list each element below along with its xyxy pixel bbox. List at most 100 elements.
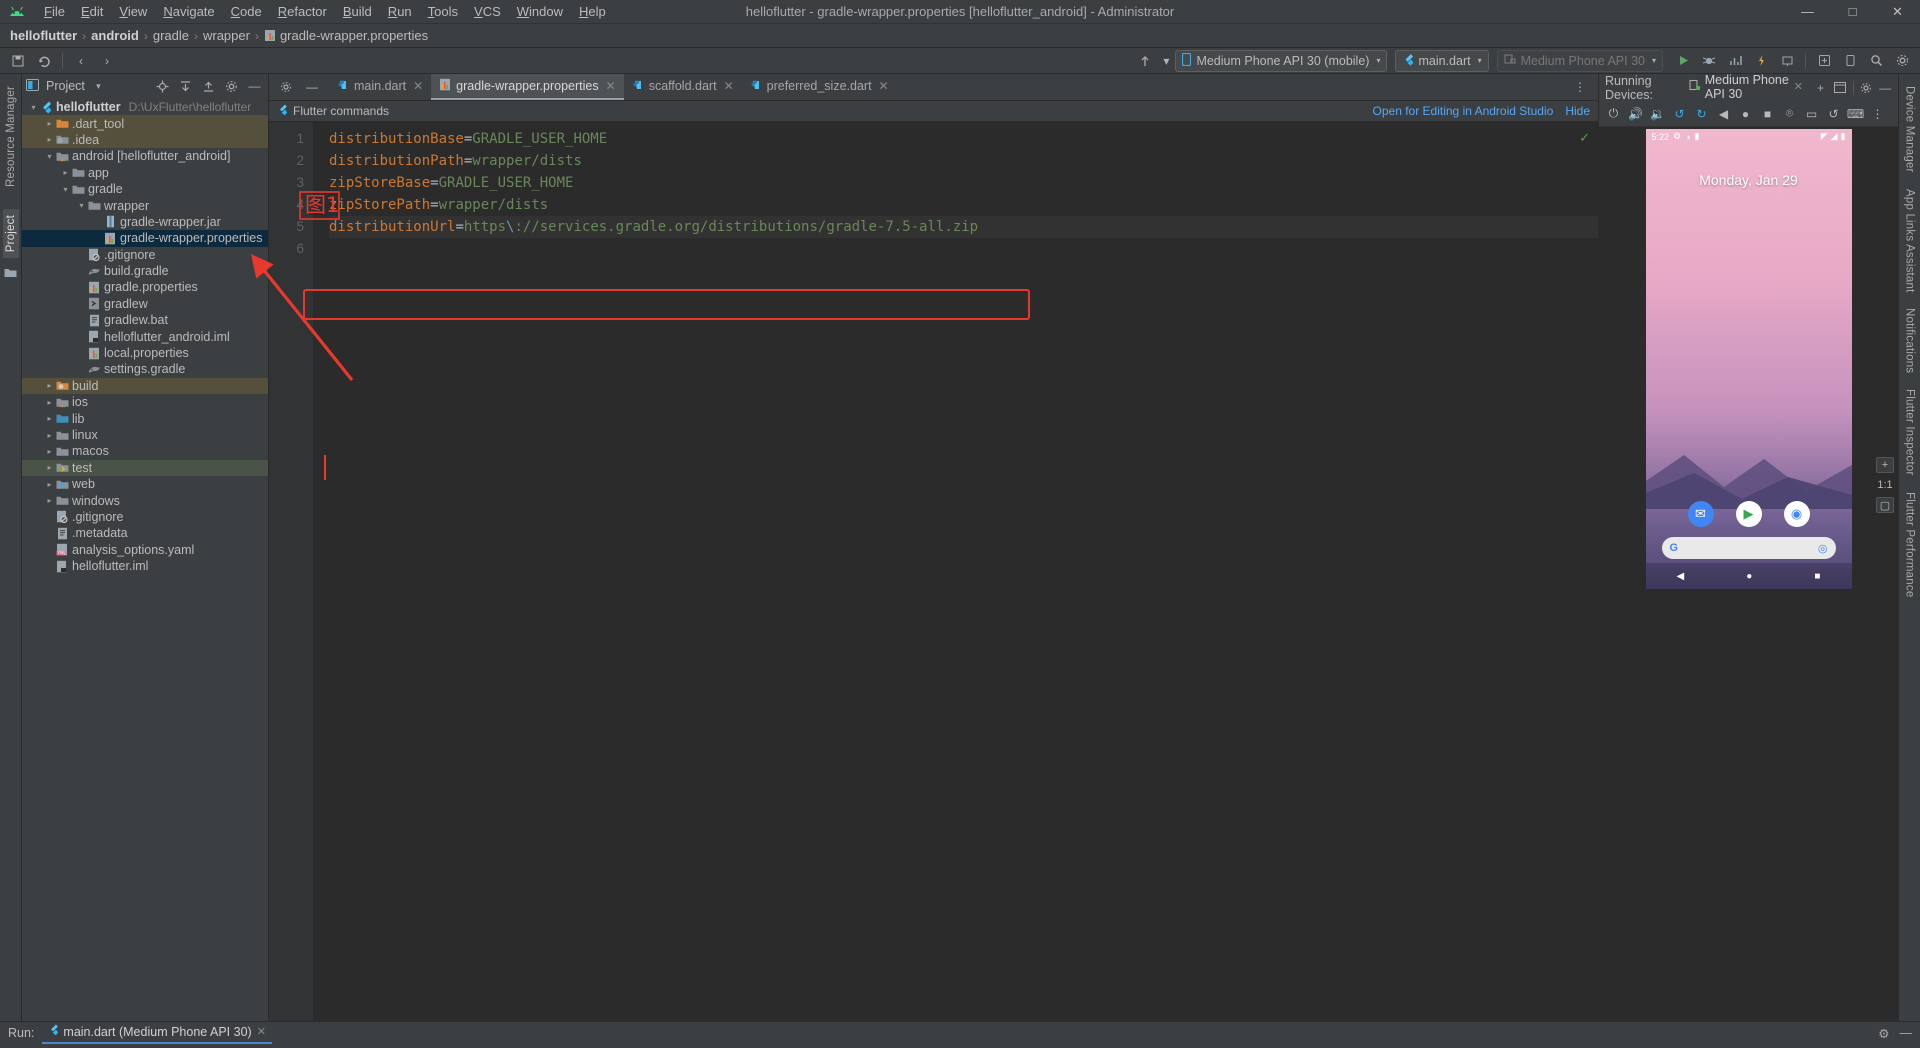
code-editor[interactable]: 123456 distributionBase=GRADLE_USER_HOME…: [269, 122, 1598, 1021]
strip-resource-manager[interactable]: Resource Manager: [3, 80, 19, 193]
collapse-all-icon[interactable]: [199, 77, 218, 96]
save-all-icon[interactable]: [6, 50, 30, 72]
settings-gear-icon[interactable]: [1859, 79, 1872, 97]
close-icon[interactable]: ✕: [257, 1025, 266, 1038]
tree-item[interactable]: gradle.properties: [22, 279, 268, 295]
chevron-down-icon[interactable]: ▾: [89, 77, 108, 96]
nav-back-icon[interactable]: ◀: [1677, 571, 1685, 582]
chevron-right-icon[interactable]: ▸: [44, 496, 55, 505]
code-line[interactable]: zipStorePath=wrapper/dists: [329, 194, 1598, 216]
breadcrumb-item-2[interactable]: gradle: [153, 28, 189, 43]
tree-item[interactable]: ▸ios: [22, 394, 268, 410]
tree-item[interactable]: build.gradle: [22, 263, 268, 279]
tree-item[interactable]: ▾android [helloflutter_android]: [22, 148, 268, 164]
phone-dock[interactable]: ✉ ▶ ◉: [1646, 501, 1852, 527]
tree-item[interactable]: local.properties: [22, 345, 268, 361]
chevron-right-icon[interactable]: ▸: [60, 168, 71, 177]
tree-item[interactable]: .gitignore: [22, 247, 268, 263]
hide-panel-icon[interactable]: —: [1900, 1026, 1913, 1041]
menu-item-edit[interactable]: Edit: [73, 2, 111, 21]
code-line[interactable]: [329, 238, 1598, 260]
chevron-down-icon[interactable]: ▾: [76, 201, 87, 210]
hide-panel-icon[interactable]: —: [245, 77, 264, 96]
editor-tab-main-dart[interactable]: main.dart✕: [329, 74, 431, 100]
back-icon[interactable]: ◀: [1713, 103, 1734, 124]
tree-item[interactable]: ▸app: [22, 165, 268, 181]
home-icon[interactable]: ●: [1735, 103, 1756, 124]
chevron-right-icon[interactable]: ▸: [44, 381, 55, 390]
tree-item[interactable]: .metadata: [22, 525, 268, 541]
tree-item[interactable]: YMLanalysis_options.yaml: [22, 542, 268, 558]
breadcrumb-item-3[interactable]: wrapper: [203, 28, 250, 43]
zoom-fit-button[interactable]: ▢: [1876, 497, 1894, 513]
tree-item[interactable]: helloflutter_android.iml: [22, 328, 268, 344]
phone-search-bar[interactable]: G ◎: [1662, 537, 1836, 559]
zoom-in-button[interactable]: +: [1876, 457, 1894, 473]
code-line[interactable]: distributionPath=wrapper/dists: [329, 150, 1598, 172]
tree-item[interactable]: ▾helloflutterD:\UxFlutter\helloflutter: [22, 99, 268, 115]
debug-button[interactable]: [1697, 50, 1721, 72]
phone-nav-bar[interactable]: ◀ ● ■: [1646, 563, 1852, 589]
close-icon[interactable]: ✕: [606, 79, 616, 93]
tree-item[interactable]: ▸macos: [22, 443, 268, 459]
expand-all-icon[interactable]: [176, 77, 195, 96]
menu-item-code[interactable]: Code: [223, 2, 270, 21]
run-config-combo[interactable]: main.dart ▾: [1395, 50, 1488, 72]
menu-item-navigate[interactable]: Navigate: [155, 2, 222, 21]
tree-item[interactable]: ▸linux: [22, 427, 268, 443]
chevron-right-icon[interactable]: ▸: [44, 447, 55, 456]
code-line[interactable]: distributionBase=GRADLE_USER_HOME: [329, 128, 1598, 150]
menu-item-view[interactable]: View: [111, 2, 155, 21]
chevron-right-icon[interactable]: ▸: [44, 135, 55, 144]
code-content[interactable]: distributionBase=GRADLE_USER_HOMEdistrib…: [313, 122, 1598, 1021]
tree-item[interactable]: .gitignore: [22, 509, 268, 525]
settings-gear-icon[interactable]: [1890, 50, 1914, 72]
avd-caret-icon[interactable]: ▾: [1159, 50, 1173, 72]
tree-item-selected[interactable]: gradle-wrapper.properties: [22, 230, 268, 246]
minimize-button[interactable]: —: [1785, 0, 1830, 24]
chevron-right-icon[interactable]: ▸: [44, 431, 55, 440]
locate-icon[interactable]: [153, 77, 172, 96]
search-everywhere-icon[interactable]: [1864, 50, 1888, 72]
menu-item-help[interactable]: Help: [571, 2, 614, 21]
history-icon[interactable]: ↺: [1823, 103, 1844, 124]
forward-icon[interactable]: ›: [95, 50, 119, 72]
chevron-right-icon[interactable]: ▸: [44, 463, 55, 472]
settings-gear-icon[interactable]: [274, 76, 298, 98]
attach-device-combo[interactable]: Medium Phone API 30 ▾: [1497, 50, 1663, 72]
project-tree[interactable]: ▾helloflutterD:\UxFlutter\helloflutter ▸.…: [22, 98, 268, 1021]
attach-debugger-icon[interactable]: [1775, 50, 1799, 72]
menu-item-window[interactable]: Window: [509, 2, 571, 21]
nav-recents-icon[interactable]: ■: [1814, 571, 1820, 582]
tree-item[interactable]: helloflutter.iml: [22, 558, 268, 574]
breadcrumb-item-4[interactable]: gradle-wrapper.properties: [280, 28, 428, 43]
settings-gear-icon[interactable]: ⚙: [1878, 1026, 1889, 1041]
power-icon[interactable]: ⏻: [1603, 103, 1624, 124]
add-device-icon[interactable]: +: [1814, 79, 1827, 97]
close-icon[interactable]: ✕: [1794, 80, 1803, 93]
breadcrumb-item-0[interactable]: helloflutter: [10, 28, 77, 43]
hide-notification-link[interactable]: Hide: [1565, 104, 1590, 118]
close-icon[interactable]: ✕: [879, 79, 889, 93]
editor-tab-scaffold-dart[interactable]: scaffold.dart✕: [624, 74, 742, 100]
menu-item-vcs[interactable]: VCS: [466, 2, 509, 21]
keyboard-icon[interactable]: ⌨: [1845, 103, 1866, 124]
breadcrumb-item-1[interactable]: android: [91, 28, 139, 43]
code-line[interactable]: zipStoreBase=GRADLE_USER_HOME: [329, 172, 1598, 194]
rotate-right-icon[interactable]: ↻: [1691, 103, 1712, 124]
strip-project[interactable]: Project: [3, 209, 19, 258]
popout-window-icon[interactable]: [1833, 79, 1846, 97]
sync-project-icon[interactable]: [32, 50, 56, 72]
strip-flutter-inspector[interactable]: Flutter Inspector: [1902, 383, 1918, 482]
volume-up-icon[interactable]: 🔊: [1625, 103, 1646, 124]
avd-manager-icon[interactable]: [1133, 50, 1157, 72]
close-icon[interactable]: ✕: [724, 79, 734, 93]
tree-item[interactable]: gradle-wrapper.jar: [22, 214, 268, 230]
chevron-down-icon[interactable]: ▾: [44, 152, 55, 161]
menu-item-refactor[interactable]: Refactor: [270, 2, 335, 21]
rotate-left-icon[interactable]: ↺: [1669, 103, 1690, 124]
tree-item[interactable]: ▸test: [22, 460, 268, 476]
sdk-manager-icon[interactable]: [1812, 50, 1836, 72]
chevron-down-icon[interactable]: ▾: [28, 103, 39, 112]
settings-gear-icon[interactable]: [222, 77, 241, 96]
